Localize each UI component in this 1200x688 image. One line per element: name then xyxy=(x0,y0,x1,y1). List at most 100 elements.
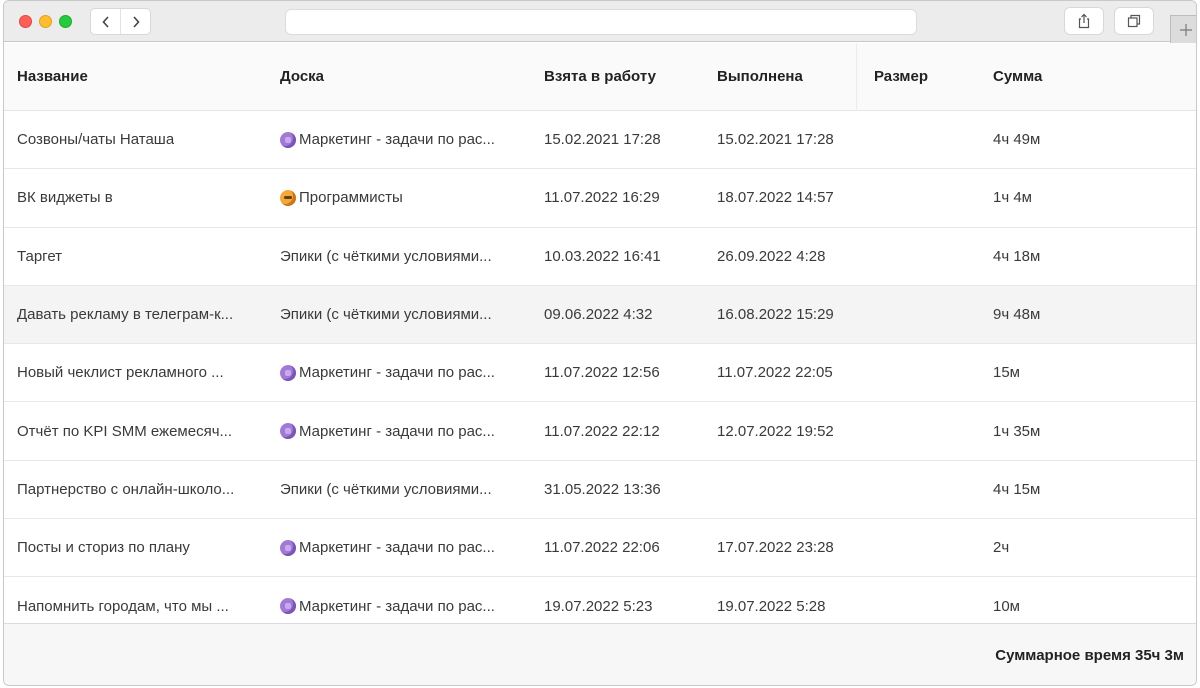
column-header-done[interactable]: Выполнена xyxy=(717,43,867,110)
done-date: 26.09.2022 4:28 xyxy=(717,247,826,265)
cell-board[interactable]: Маркетинг - задачи по рас... xyxy=(280,344,516,401)
back-button[interactable] xyxy=(91,9,120,34)
cell-taken: 09.06.2022 4:32 xyxy=(544,286,704,343)
table-row[interactable]: Созвоны/чаты Наташа Маркетинг - задачи по… xyxy=(4,111,1196,170)
table-row[interactable]: Давать рекламу в телеграм-к... Эпики (с ч… xyxy=(4,285,1196,345)
cell-board[interactable]: Маркетинг - задачи по рас... xyxy=(280,111,516,168)
cell-size xyxy=(874,519,974,576)
column-header-sum[interactable]: Сумма xyxy=(993,43,1143,110)
cell-name[interactable]: Отчёт по KPI SMM ежемесяч... xyxy=(17,402,252,459)
cell-sum: 15м xyxy=(993,344,1143,401)
sum-value: 9ч 48м xyxy=(993,306,1041,324)
cell-done: 18.07.2022 14:57 xyxy=(717,169,867,226)
board-name: Маркетинг - задачи по рас... xyxy=(299,422,495,440)
table-row[interactable]: Партнерство с онлайн-школо... Эпики (с чё… xyxy=(4,460,1196,520)
sum-value: 1ч 35м xyxy=(993,422,1041,440)
cell-size xyxy=(874,169,974,226)
cell-name[interactable]: Партнерство с онлайн-школо... xyxy=(17,461,252,518)
column-divider xyxy=(856,43,857,111)
column-header-name[interactable]: Название xyxy=(17,43,252,110)
taken-date: 11.07.2022 22:06 xyxy=(544,539,660,557)
cell-taken: 19.07.2022 5:23 xyxy=(544,577,704,623)
minimize-window-button[interactable] xyxy=(39,15,52,28)
done-date: 15.02.2021 17:28 xyxy=(717,131,834,149)
cell-size xyxy=(874,228,974,285)
task-name: Новый чеклист рекламного ... xyxy=(17,364,224,382)
cell-name[interactable]: Напомнить городам, что мы ... xyxy=(17,577,252,623)
tabs-icon xyxy=(1127,14,1141,28)
cell-sum: 1ч 4м xyxy=(993,169,1143,226)
cell-board[interactable]: Эпики (с чёткими условиями... xyxy=(280,286,516,343)
cell-size xyxy=(874,344,974,401)
table-row[interactable]: Напомнить городам, что мы ... Маркетинг -… xyxy=(4,577,1196,623)
cell-size xyxy=(874,286,974,343)
cell-name[interactable]: Давать рекламу в телеграм-к... xyxy=(17,286,252,343)
new-tab-button[interactable] xyxy=(1170,15,1196,43)
address-bar[interactable] xyxy=(286,10,916,34)
taken-date: 19.07.2022 5:23 xyxy=(544,597,653,615)
board-name: Эпики (с чёткими условиями... xyxy=(280,247,492,265)
board-name: Эпики (с чёткими условиями... xyxy=(280,480,492,498)
cell-name[interactable]: ВК виджеты в xyxy=(17,169,252,226)
cell-name[interactable]: Новый чеклист рекламного ... xyxy=(17,344,252,401)
cell-size xyxy=(874,402,974,459)
cell-name[interactable]: Посты и сториз по плану xyxy=(17,519,252,576)
board-name: Маркетинг - задачи по рас... xyxy=(299,364,495,382)
cell-name[interactable]: Таргет xyxy=(17,228,252,285)
cell-taken: 11.07.2022 22:06 xyxy=(544,519,704,576)
cell-done: 11.07.2022 22:05 xyxy=(717,344,867,401)
cell-done: 12.07.2022 19:52 xyxy=(717,402,867,459)
browser-window: Название Доска Взята в работу Выполнена … xyxy=(3,0,1197,686)
cell-sum: 9ч 48м xyxy=(993,286,1143,343)
taken-date: 31.05.2022 13:36 xyxy=(544,480,661,498)
column-header-size[interactable]: Размер xyxy=(874,43,974,110)
table-row[interactable]: Отчёт по KPI SMM ежемесяч... Маркетинг - … xyxy=(4,402,1196,461)
sum-value: 15м xyxy=(993,364,1020,382)
cell-name[interactable]: Созвоны/чаты Наташа xyxy=(17,111,252,168)
table-body: Созвоны/чаты Наташа Маркетинг - задачи по… xyxy=(4,111,1196,623)
cell-sum: 4ч 49м xyxy=(993,111,1143,168)
purple-emoji-icon xyxy=(280,539,296,556)
close-window-button[interactable] xyxy=(19,15,32,28)
task-name: Созвоны/чаты Наташа xyxy=(17,131,175,149)
board-name: Маркетинг - задачи по рас... xyxy=(299,597,495,615)
titlebar xyxy=(4,1,1196,43)
cell-board[interactable]: Маркетинг - задачи по рас... xyxy=(280,402,516,459)
table-row[interactable]: ВК виджеты в Программисты 11.07.2022 16:29… xyxy=(4,169,1196,228)
cell-sum: 2ч xyxy=(993,519,1143,576)
taken-date: 15.02.2021 17:28 xyxy=(544,131,661,149)
cell-board[interactable]: Маркетинг - задачи по рас... xyxy=(280,577,516,623)
purple-emoji-icon xyxy=(280,364,296,381)
cell-done: 17.07.2022 23:28 xyxy=(717,519,867,576)
purple-emoji-icon xyxy=(280,131,296,148)
cell-done xyxy=(717,461,867,518)
cell-sum: 10м xyxy=(993,577,1143,623)
table-row[interactable]: Таргет Эпики (с чёткими условиями... 10.03… xyxy=(4,227,1196,286)
cell-board[interactable]: Программисты xyxy=(280,169,516,226)
task-name: Отчёт по KPI SMM ежемесяч... xyxy=(17,422,233,440)
table-row[interactable]: Новый чеклист рекламного ... Маркетинг - … xyxy=(4,344,1196,403)
cell-done: 19.07.2022 5:28 xyxy=(717,577,867,623)
cell-board[interactable]: Маркетинг - задачи по рас... xyxy=(280,519,516,576)
column-header-taken[interactable]: Взята в работу xyxy=(544,43,704,110)
column-header-board[interactable]: Доска xyxy=(280,43,516,110)
share-button[interactable] xyxy=(1065,8,1103,34)
tab-overview-button[interactable] xyxy=(1115,8,1153,34)
zoom-window-button[interactable] xyxy=(59,15,72,28)
sum-value: 4ч 15м xyxy=(993,480,1041,498)
sum-value: 4ч 18м xyxy=(993,247,1041,265)
done-date: 11.07.2022 22:05 xyxy=(717,364,833,382)
table-row[interactable]: Посты и сториз по плану Маркетинг - задач… xyxy=(4,519,1196,578)
cell-size xyxy=(874,461,974,518)
sum-value: 4ч 49м xyxy=(993,131,1041,149)
chevron-right-icon xyxy=(132,15,140,28)
cell-sum: 4ч 18м xyxy=(993,228,1143,285)
task-name: ВК виджеты в xyxy=(17,189,113,207)
cell-board[interactable]: Эпики (с чёткими условиями... xyxy=(280,461,516,518)
cell-taken: 31.05.2022 13:36 xyxy=(544,461,704,518)
forward-button[interactable] xyxy=(120,9,150,34)
cell-board[interactable]: Эпики (с чёткими условиями... xyxy=(280,228,516,285)
sum-value: 10м xyxy=(993,597,1020,615)
sum-value: 1ч 4м xyxy=(993,189,1032,207)
board-name: Эпики (с чёткими условиями... xyxy=(280,306,492,324)
